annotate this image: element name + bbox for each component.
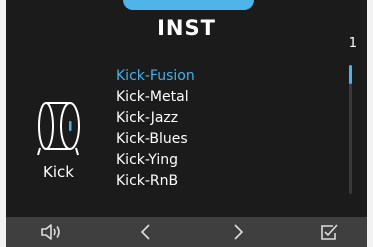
page-number: 1	[348, 36, 357, 51]
list-item[interactable]: Kick-Ying	[116, 150, 195, 171]
bottom-bar	[6, 217, 367, 247]
instrument-screen: INST 1 Kick Kick-Fusion Kick-Metal Kick-…	[6, 0, 367, 247]
chevron-left-icon	[140, 224, 150, 240]
chevron-right-icon	[234, 224, 244, 240]
list-item[interactable]: Kick-Fusion	[116, 66, 195, 87]
previous-button[interactable]	[133, 221, 159, 243]
page-title: INST	[157, 16, 216, 40]
kick-drum-icon	[37, 102, 80, 156]
speaker-icon	[41, 224, 60, 240]
confirm-button[interactable]	[316, 221, 342, 243]
list-item[interactable]: Kick-Metal	[116, 87, 195, 108]
scrollbar-thumb[interactable]	[349, 65, 352, 85]
speaker-button[interactable]	[38, 221, 64, 243]
instrument-list: Kick-Fusion Kick-Metal Kick-Jazz Kick-Bl…	[116, 66, 195, 192]
scrollbar[interactable]	[349, 65, 352, 194]
instrument-category-label: Kick	[43, 163, 74, 181]
next-button[interactable]	[225, 221, 251, 243]
list-item[interactable]: Kick-Jazz	[116, 108, 195, 129]
list-item[interactable]: Kick-Blues	[116, 129, 195, 150]
list-item[interactable]: Kick-RnB	[116, 171, 195, 192]
checkbox-check-icon	[321, 224, 338, 240]
top-tab-indicator	[123, 0, 254, 10]
